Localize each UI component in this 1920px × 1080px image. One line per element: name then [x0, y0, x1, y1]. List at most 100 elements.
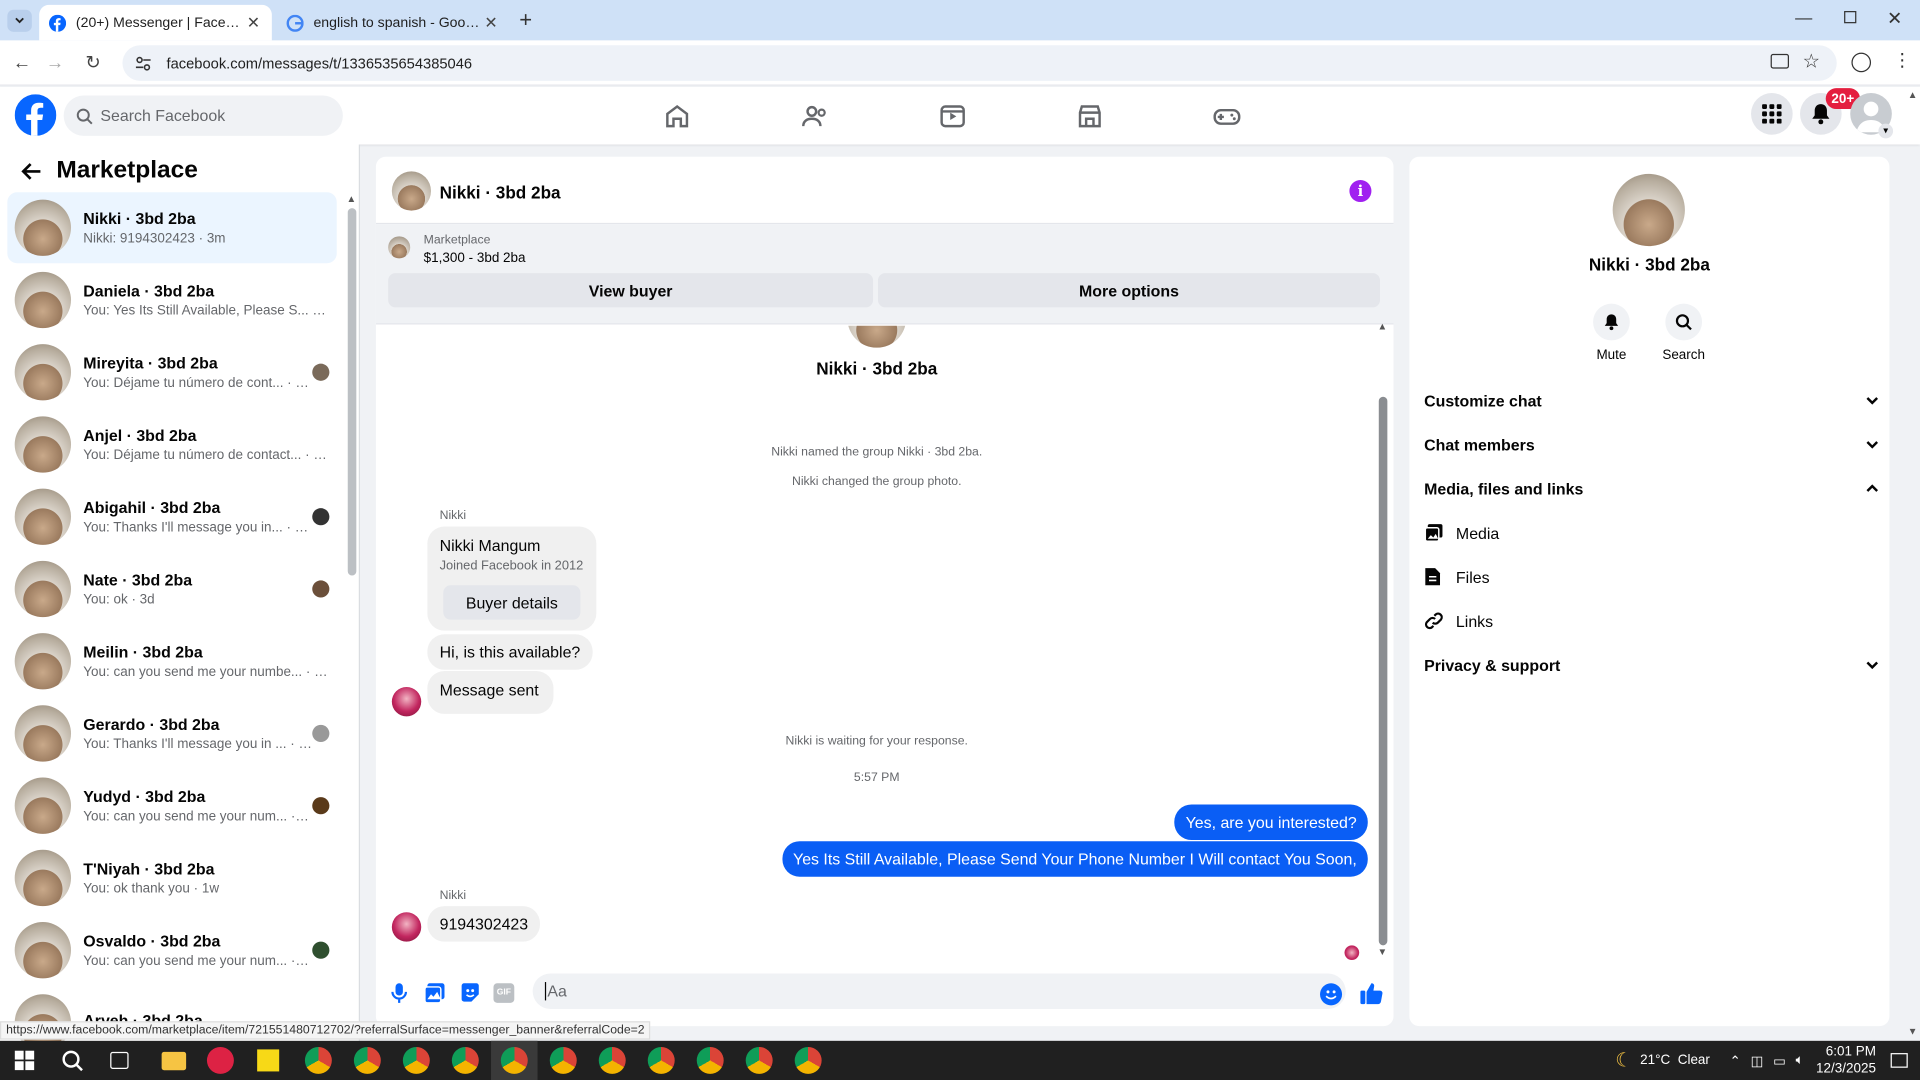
conversation-item[interactable]: Daniela · 3bd 2ba You: Yes Its Still Avai… [7, 264, 336, 335]
bookmark-star-icon[interactable]: ☆ [1802, 49, 1820, 73]
file-explorer-icon[interactable] [161, 1051, 187, 1071]
scroll-up-icon[interactable]: ▲ [347, 193, 357, 204]
chrome-icon[interactable] [647, 1046, 675, 1074]
conversation-item[interactable]: Yudyd · 3bd 2ba You: can you send me your… [7, 770, 336, 841]
chat-scroll-down-icon[interactable]: ▼ [1378, 947, 1388, 958]
mute-button[interactable]: Mute [1575, 303, 1648, 362]
sender-avatar[interactable] [391, 912, 422, 942]
conversation-item[interactable]: Meilin · 3bd 2ba You: can you send me you… [7, 626, 336, 697]
tray-chevron-icon[interactable]: ⌃ [1730, 1052, 1741, 1069]
message-bubble-sent[interactable]: Yes Its Still Available, Please Send You… [782, 841, 1368, 877]
site-info-icon[interactable] [135, 54, 152, 71]
sender-avatar[interactable] [391, 686, 422, 717]
conversation-item[interactable]: Nate · 3bd 2ba You: ok · 3d [7, 553, 336, 624]
chrome-icon[interactable] [353, 1046, 381, 1074]
customize-chat-row[interactable]: Customize chat [1424, 380, 1880, 422]
gif-icon[interactable]: GIF [493, 983, 515, 1003]
tab-google-search[interactable]: english to spanish - Google Search ✕ [277, 5, 510, 41]
chrome-icon[interactable] [549, 1046, 577, 1074]
view-buyer-button[interactable]: View buyer [388, 273, 874, 308]
chrome-icon[interactable] [745, 1046, 773, 1074]
message-bubble[interactable]: Hi, is this available? [427, 634, 593, 670]
message-bubble[interactable]: 9194302423 [427, 906, 541, 942]
listing-thumbnail[interactable] [388, 236, 411, 259]
facebook-search-input[interactable]: Search Facebook [63, 95, 343, 136]
tray-app-icon[interactable]: ◫ [1751, 1052, 1764, 1069]
tab-search-dropdown-icon[interactable] [7, 9, 32, 32]
forward-icon[interactable]: → [43, 50, 67, 74]
home-icon[interactable] [662, 102, 691, 131]
page-scroll-down-icon[interactable]: ▼ [1908, 1026, 1918, 1037]
privacy-support-row[interactable]: Privacy & support [1424, 644, 1880, 686]
notification-center-icon[interactable] [1890, 1053, 1908, 1068]
task-view-icon[interactable] [110, 1051, 129, 1069]
files-row[interactable]: Files [1424, 556, 1880, 598]
network-icon[interactable]: ▭ [1773, 1052, 1786, 1069]
new-tab-icon[interactable]: + [519, 7, 532, 33]
marketplace-icon[interactable] [1075, 102, 1104, 131]
chat-title[interactable]: Nikki · 3bd 2ba [440, 182, 561, 202]
chrome-icon[interactable] [598, 1046, 626, 1074]
chat-scroll-up-icon[interactable]: ▲ [1378, 321, 1388, 332]
chat-avatar[interactable] [391, 171, 432, 211]
clock[interactable]: 6:01 PM 12/3/2025 [1816, 1043, 1876, 1077]
message-bubble-sent[interactable]: Yes, are you interested? [1174, 804, 1368, 841]
account-chevron-icon[interactable]: ▾ [1878, 123, 1894, 139]
address-bar[interactable]: facebook.com/messages/t/1336535654385046 [122, 45, 1837, 81]
scrollbar[interactable] [347, 208, 357, 576]
media-files-links-row[interactable]: Media, files and links [1424, 468, 1880, 510]
install-app-icon[interactable] [1770, 53, 1789, 69]
tab-messenger[interactable]: (20+) Messenger | Facebook ✕ [39, 4, 272, 41]
conversation-item[interactable]: Nikki · 3bd 2ba Nikki: 9194302423 · 3m [7, 192, 337, 264]
chat-scrollbar[interactable] [1378, 396, 1388, 946]
info-icon[interactable]: i [1349, 180, 1372, 203]
more-options-button[interactable]: More options [877, 273, 1381, 308]
chrome-icon[interactable] [402, 1046, 430, 1074]
media-row[interactable]: Media [1424, 512, 1880, 554]
chrome-icon[interactable] [451, 1046, 479, 1074]
links-row[interactable]: Links [1424, 600, 1880, 642]
weather-text[interactable]: 21°C Clear [1640, 1053, 1710, 1068]
buyer-details-button[interactable]: Buyer details [443, 585, 581, 620]
tab-close-icon[interactable]: ✕ [245, 13, 262, 33]
search-in-chat-button[interactable]: Search [1647, 303, 1720, 362]
conversation-item[interactable]: T'Niyah · 3bd 2ba You: ok thank you · 1w [7, 842, 336, 913]
reload-icon[interactable]: ↻ [81, 50, 105, 74]
restore-icon[interactable] [1844, 11, 1857, 24]
conversation-item[interactable]: Gerardo · 3bd 2ba You: Thanks I'll messag… [7, 698, 336, 769]
sticky-notes-icon[interactable] [257, 1049, 280, 1072]
conversation-item[interactable]: Mireyita · 3bd 2ba You: Déjame tu número … [7, 337, 336, 408]
back-icon[interactable]: ← [10, 50, 34, 74]
chrome-icon[interactable] [696, 1046, 724, 1074]
taskbar-app-icon[interactable] [206, 1046, 234, 1074]
chrome-icon[interactable] [304, 1046, 332, 1074]
volume-icon[interactable]: 🔈︎ [1796, 1052, 1804, 1068]
facebook-logo-icon[interactable] [14, 94, 57, 136]
sticker-icon[interactable] [459, 982, 481, 1004]
weather-moon-icon[interactable]: ☾ [1615, 1048, 1633, 1072]
profile-icon[interactable] [1851, 52, 1872, 73]
minimize-icon[interactable]: — [1795, 7, 1812, 27]
chrome-icon[interactable] [500, 1046, 528, 1074]
conversation-item[interactable]: Anjel · 3bd 2ba You: Déjame tu número de … [7, 409, 336, 480]
close-window-icon[interactable]: ✕ [1887, 7, 1902, 30]
profile-photo[interactable] [1612, 173, 1685, 247]
taskbar-search-icon[interactable] [61, 1049, 83, 1072]
microphone-icon[interactable] [391, 982, 408, 1004]
message-bubble[interactable]: Message sent [427, 671, 554, 714]
video-icon[interactable] [938, 102, 967, 131]
conversation-item[interactable]: Osvaldo · 3bd 2ba You: can you send me yo… [7, 915, 336, 986]
emoji-icon[interactable] [1320, 983, 1343, 1006]
menu-grid-icon[interactable] [1751, 93, 1793, 135]
gaming-icon[interactable] [1212, 102, 1241, 131]
friends-icon[interactable] [801, 102, 830, 131]
chat-members-row[interactable]: Chat members [1424, 424, 1880, 466]
chrome-icon[interactable] [794, 1046, 822, 1074]
tab-close-icon[interactable]: ✕ [482, 13, 499, 33]
photo-icon[interactable] [424, 982, 446, 1004]
back-arrow-icon[interactable] [20, 159, 44, 183]
message-input[interactable]: Aa [532, 973, 1346, 1009]
page-scroll-up-icon[interactable]: ▲ [1908, 89, 1918, 100]
like-thumb-icon[interactable] [1359, 981, 1383, 1005]
conversation-item[interactable]: Abigahil · 3bd 2ba You: Thanks I'll messa… [7, 481, 336, 552]
